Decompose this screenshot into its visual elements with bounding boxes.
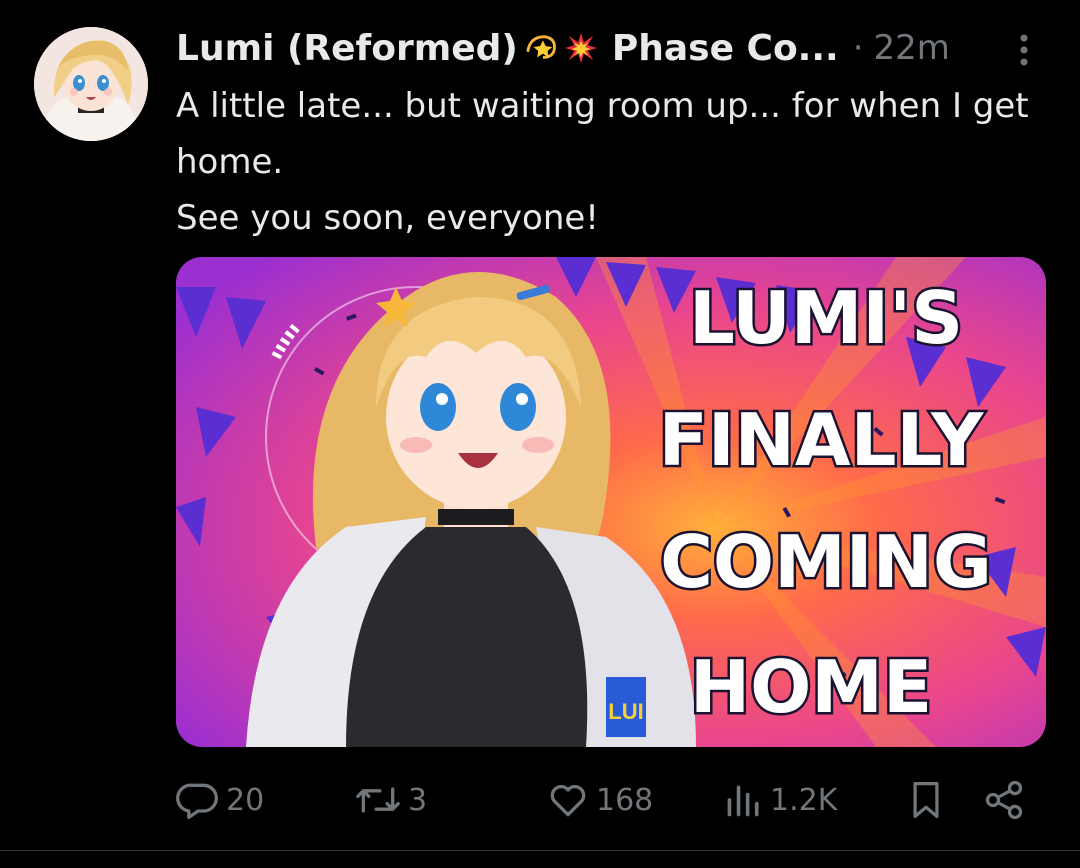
views-icon xyxy=(727,785,759,817)
repost-icon xyxy=(356,787,400,813)
thumbnail-graphic: LUI LUMI'S FINALLY COMING HOME xyxy=(176,257,1046,747)
more-icon[interactable] xyxy=(1012,30,1036,70)
timestamp[interactable]: 22m xyxy=(874,28,950,68)
reply-count: 20 xyxy=(226,782,265,818)
tweet-text-line: See you soon, everyone! xyxy=(176,198,599,238)
author-name-2[interactable]: Phase Co... xyxy=(612,28,839,69)
avatar-image xyxy=(34,27,148,141)
repost-count: 3 xyxy=(408,782,428,818)
repost-button[interactable]: 3 xyxy=(354,772,427,828)
tweet-text: A little late... but waiting room up... … xyxy=(176,78,1036,246)
action-bar: 20 3 168 1.2K xyxy=(176,772,1036,828)
like-icon xyxy=(550,785,586,817)
bookmark-button[interactable] xyxy=(906,772,946,828)
like-count: 168 xyxy=(596,782,654,818)
separator: · xyxy=(852,28,864,68)
media-title-line: HOME xyxy=(690,645,932,729)
collision-emoji-icon xyxy=(564,32,597,64)
share-icon xyxy=(985,780,1023,820)
tweet[interactable]: Lumi (Reformed) Phase Co... · 22m A litt… xyxy=(0,0,1080,868)
views-count: 1.2K xyxy=(770,782,838,818)
media-title-line: FINALLY xyxy=(659,398,984,482)
avatar[interactable] xyxy=(34,27,148,141)
media-image[interactable]: LUI LUMI'S FINALLY COMING HOME xyxy=(176,257,1046,747)
like-button[interactable]: 168 xyxy=(546,772,653,828)
author-name[interactable]: Lumi (Reformed) xyxy=(176,28,518,69)
media-title-line: COMING xyxy=(660,520,992,604)
jacket-text: LUI xyxy=(608,699,643,724)
reply-button[interactable]: 20 xyxy=(176,772,264,828)
tweet-header: Lumi (Reformed) Phase Co... · 22m xyxy=(176,26,950,70)
tweet-text-line: A little late... but waiting room up... … xyxy=(176,86,1029,182)
share-button[interactable] xyxy=(982,772,1026,828)
bookmark-icon xyxy=(913,782,939,818)
dizzy-emoji-icon xyxy=(526,35,556,59)
media-title-line: LUMI'S xyxy=(689,276,963,360)
divider xyxy=(0,850,1080,851)
views-button[interactable]: 1.2K xyxy=(724,772,837,828)
reply-icon xyxy=(176,783,218,820)
